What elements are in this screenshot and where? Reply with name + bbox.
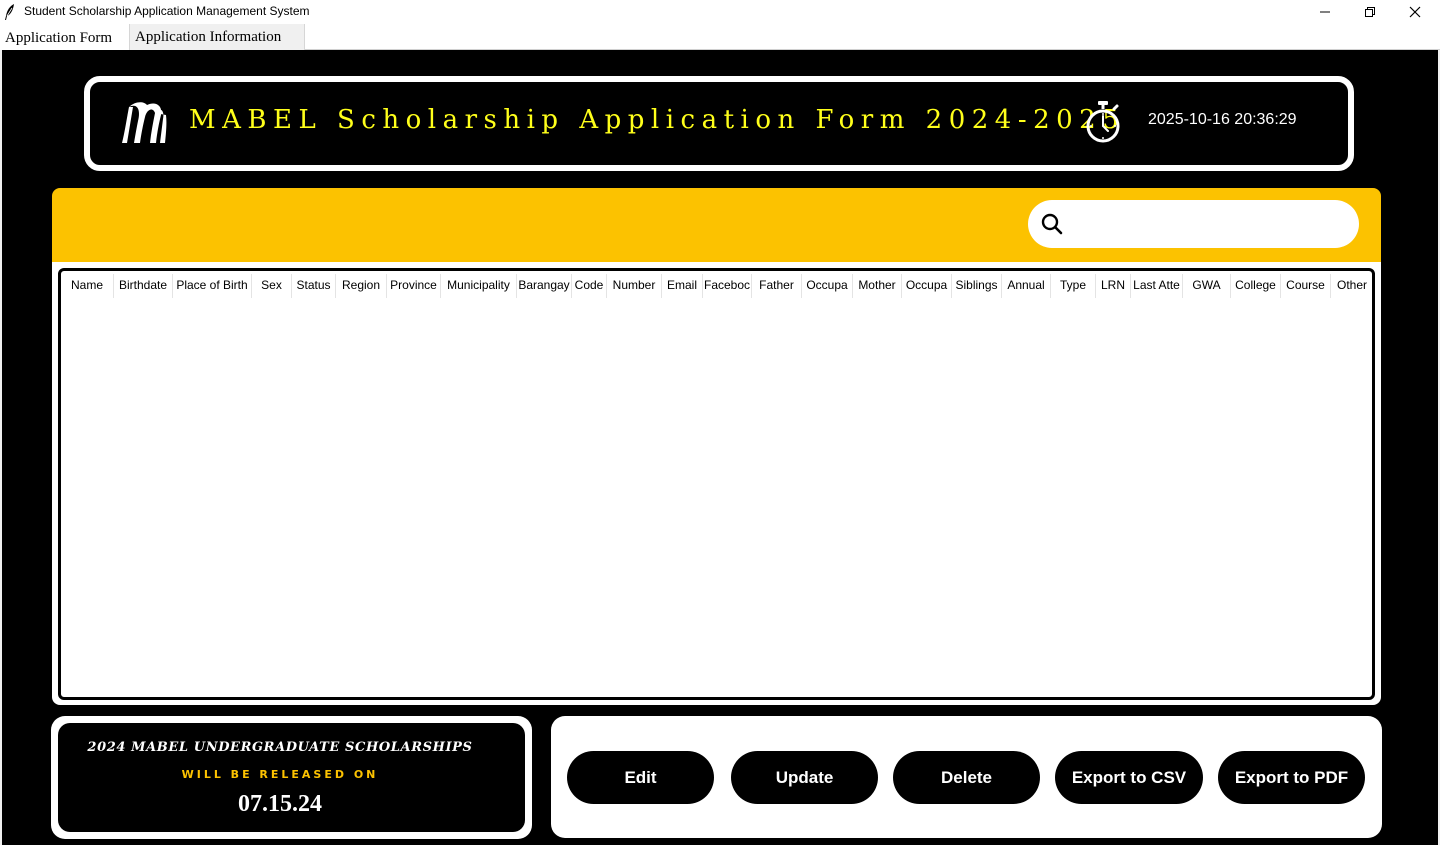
restore-button[interactable] xyxy=(1347,0,1393,24)
form-title: MABEL Scholarship Application Form 2024-… xyxy=(189,105,1126,135)
update-button[interactable]: Update xyxy=(731,751,878,804)
announcement-subtitle: WILL BE RELEASED ON xyxy=(181,768,379,781)
feather-icon xyxy=(5,4,14,20)
search-icon[interactable] xyxy=(1040,212,1064,236)
table-header: Name Birthdate Place of Birth Sex Status… xyxy=(61,274,1372,298)
close-button[interactable] xyxy=(1392,0,1438,24)
tab-application-form[interactable]: Application Form xyxy=(0,24,129,50)
column-header-annual[interactable]: Annual xyxy=(1002,274,1051,298)
column-header-barangay[interactable]: Barangay xyxy=(517,274,572,298)
delete-button[interactable]: Delete xyxy=(893,751,1040,804)
column-header-name[interactable]: Name xyxy=(61,274,114,298)
column-header-college[interactable]: College xyxy=(1231,274,1281,298)
edit-button[interactable]: Edit xyxy=(567,751,714,804)
tab-application-information[interactable]: Application Information xyxy=(129,24,305,50)
column-header-gwa[interactable]: GWA xyxy=(1183,274,1231,298)
column-header-place-of-birth[interactable]: Place of Birth xyxy=(173,274,252,298)
column-header-sex[interactable]: Sex xyxy=(252,274,292,298)
announcement-date: 07.15.24 xyxy=(238,791,322,817)
column-header-lrn[interactable]: LRN xyxy=(1096,274,1131,298)
column-header-course[interactable]: Course xyxy=(1281,274,1331,298)
column-header-father-occupation[interactable]: Occupa xyxy=(802,274,853,298)
column-header-other[interactable]: Other xyxy=(1331,274,1372,298)
tab-bar: Application Form Application Information xyxy=(0,24,1440,50)
column-header-mother-occupation[interactable]: Occupa xyxy=(902,274,952,298)
column-header-region[interactable]: Region xyxy=(336,274,387,298)
minimize-icon xyxy=(1320,11,1330,13)
search-input[interactable] xyxy=(1072,206,1347,242)
restore-icon xyxy=(1365,7,1375,17)
column-header-type[interactable]: Type xyxy=(1051,274,1096,298)
column-header-code[interactable]: Code xyxy=(572,274,607,298)
close-icon xyxy=(1409,6,1421,18)
column-header-province[interactable]: Province xyxy=(387,274,441,298)
column-header-facebook[interactable]: Faceboc xyxy=(703,274,752,298)
window-title: Student Scholarship Application Manageme… xyxy=(24,4,310,18)
mabel-logo-icon xyxy=(122,102,167,143)
column-header-municipality[interactable]: Municipality xyxy=(441,274,517,298)
column-header-father[interactable]: Father xyxy=(752,274,802,298)
column-header-last-attended[interactable]: Last Atte xyxy=(1131,274,1183,298)
window-titlebar: Student Scholarship Application Manageme… xyxy=(0,0,1440,24)
column-header-email[interactable]: Email xyxy=(662,274,703,298)
announcement-title: 2024 MABEL UNDERGRADUATE SCHOLARSHIPS xyxy=(87,740,473,755)
applications-table[interactable]: Name Birthdate Place of Birth Sex Status… xyxy=(58,268,1375,700)
export-pdf-button[interactable]: Export to PDF xyxy=(1218,751,1365,804)
datetime-display: 2025-10-16 20:36:29 xyxy=(1148,111,1297,128)
stopwatch-icon xyxy=(1086,101,1120,143)
column-header-mother[interactable]: Mother xyxy=(853,274,902,298)
column-header-status[interactable]: Status xyxy=(292,274,336,298)
column-header-number[interactable]: Number xyxy=(607,274,662,298)
minimize-button[interactable] xyxy=(1302,0,1348,24)
column-header-birthdate[interactable]: Birthdate xyxy=(114,274,173,298)
column-header-siblings[interactable]: Siblings xyxy=(952,274,1002,298)
export-csv-button[interactable]: Export to CSV xyxy=(1055,751,1203,804)
